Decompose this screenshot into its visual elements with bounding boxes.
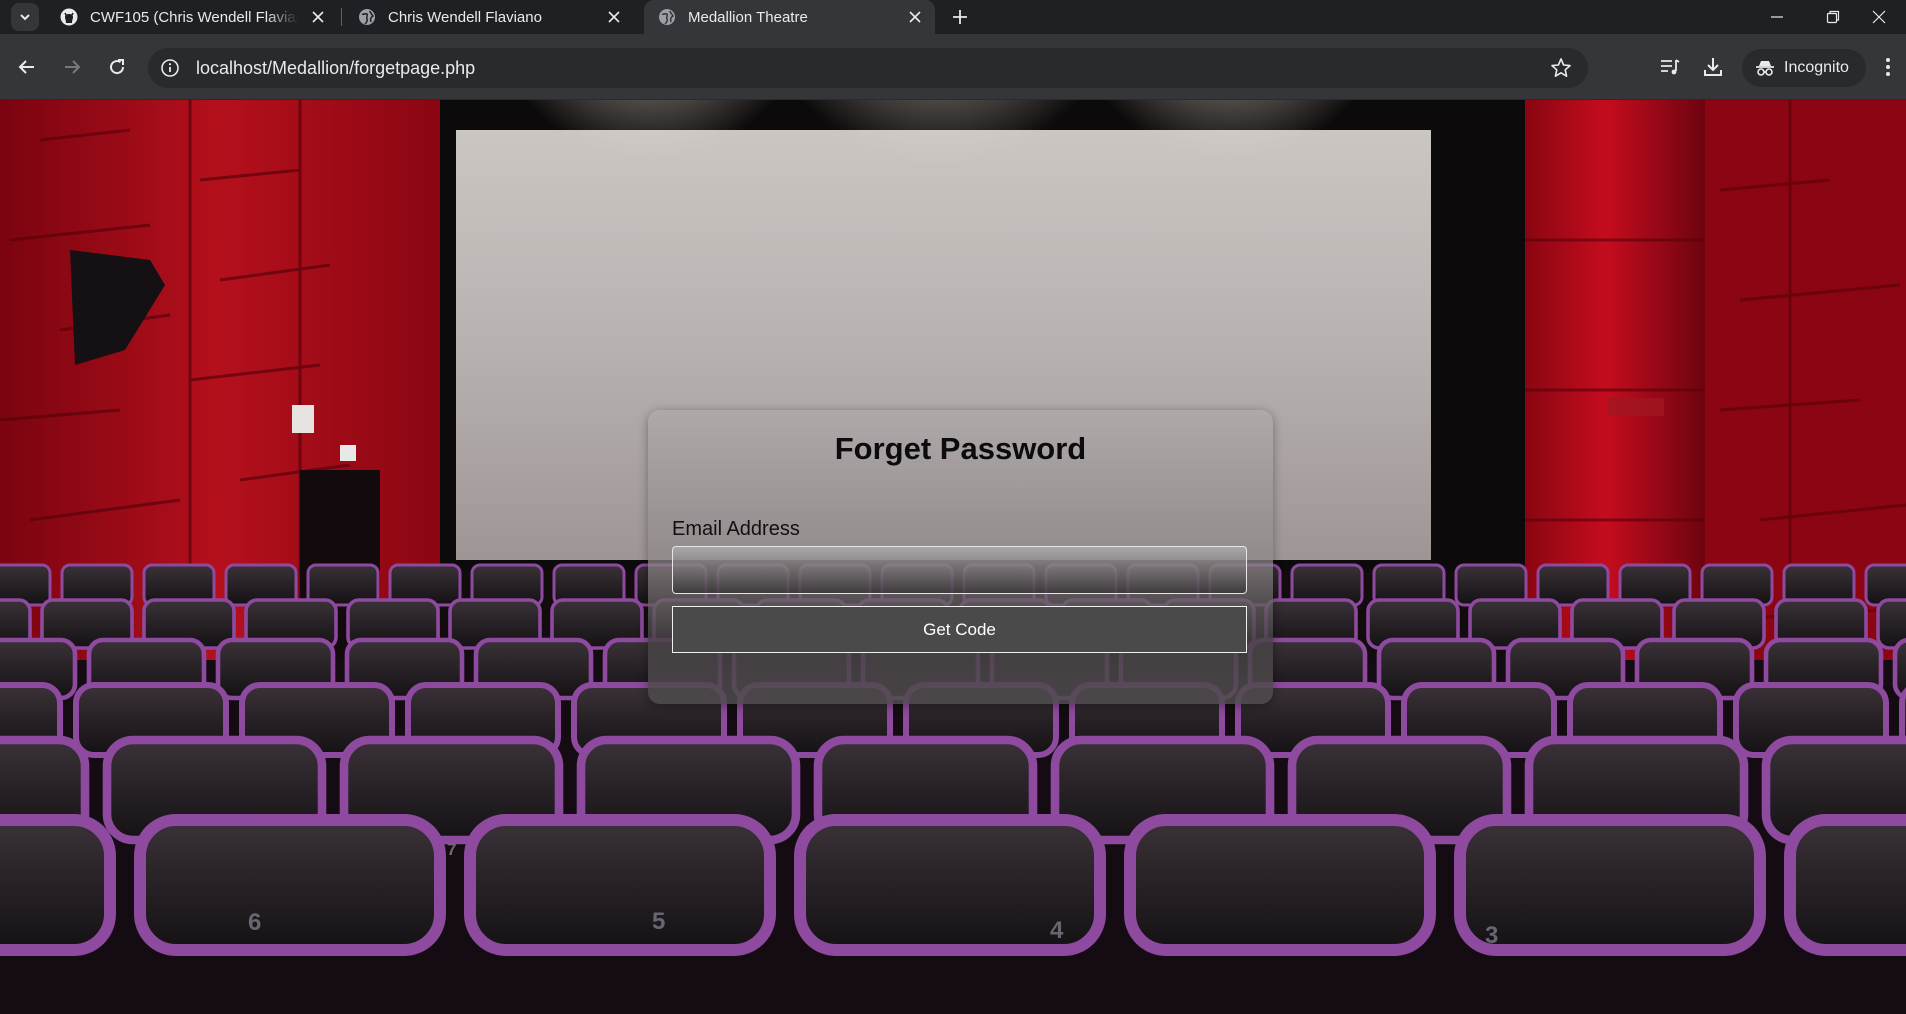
seat-number: 4	[1050, 917, 1064, 944]
tab-title: Medallion Theatre	[688, 8, 808, 26]
close-icon[interactable]	[606, 9, 622, 25]
seat	[134, 814, 446, 956]
restore-icon	[1826, 10, 1840, 24]
downloads-button[interactable]	[1699, 53, 1727, 81]
github-icon	[60, 8, 78, 26]
menu-button[interactable]	[1878, 53, 1898, 81]
close-icon[interactable]	[907, 9, 923, 25]
minimize-icon	[1771, 16, 1783, 18]
incognito-icon	[1756, 61, 1774, 76]
arrow-right-icon	[65, 60, 81, 74]
minimize-button[interactable]	[1750, 0, 1804, 34]
url-text[interactable]: localhost/Medallion/forgetpage.php	[196, 58, 475, 79]
plus-icon	[953, 10, 967, 24]
incognito-badge[interactable]: Incognito	[1742, 49, 1866, 87]
globe-icon	[658, 8, 676, 26]
tab-title: Chris Wendell Flaviano	[388, 8, 542, 26]
tab-divider	[341, 8, 342, 26]
reload-icon	[110, 59, 125, 75]
new-tab-button[interactable]	[948, 5, 972, 29]
tab-strip: CWF105 (Chris Wendell Flaviano Chris Wen…	[0, 0, 1906, 34]
seat-number: 5	[652, 908, 665, 935]
tab-medallion[interactable]: Medallion Theatre	[644, 0, 935, 34]
reload-button[interactable]	[101, 51, 133, 83]
email-field[interactable]	[672, 546, 1247, 594]
tab-chris[interactable]: Chris Wendell Flaviano	[344, 0, 634, 34]
globe-icon	[358, 8, 376, 26]
tab-search-button[interactable]	[11, 3, 39, 31]
get-code-button[interactable]: Get Code	[672, 606, 1247, 653]
seat	[464, 814, 776, 956]
close-window-button[interactable]	[1852, 0, 1906, 34]
back-button[interactable]	[11, 51, 43, 83]
seat	[1124, 814, 1436, 956]
page-title: Forget Password	[834, 431, 1087, 466]
forget-password-card: Forget Password Email Address Get Code	[648, 410, 1273, 704]
media-control-button[interactable]	[1656, 53, 1684, 81]
star-icon[interactable]	[1550, 57, 1572, 79]
playlist-icon	[1661, 59, 1680, 75]
more-vert-icon	[1886, 58, 1890, 76]
browser-toolbar: localhost/Medallion/forgetpage.php Incog…	[0, 34, 1906, 100]
forward-button[interactable]	[56, 51, 88, 83]
seat	[1454, 814, 1766, 956]
tab-github[interactable]: CWF105 (Chris Wendell Flaviano	[46, 0, 338, 34]
page-viewport: 7 6 5 4 3 Forget Password Email Address …	[0, 100, 1906, 1014]
seat	[1784, 814, 1906, 956]
chevron-down-icon	[20, 14, 30, 21]
tab-title: CWF105 (Chris Wendell Flaviano	[90, 8, 298, 26]
arrow-left-icon	[18, 60, 34, 74]
close-icon	[1872, 10, 1886, 24]
email-label: Email Address	[672, 518, 800, 540]
seat-number: 6	[248, 909, 261, 936]
incognito-label: Incognito	[1784, 59, 1849, 76]
address-bar[interactable]: localhost/Medallion/forgetpage.php	[148, 48, 1588, 88]
seat-number: 3	[1485, 922, 1498, 949]
info-icon[interactable]	[160, 58, 180, 78]
seat-number: 7	[447, 840, 456, 859]
download-icon	[1704, 58, 1722, 76]
close-icon[interactable]	[310, 9, 326, 25]
seat	[0, 814, 116, 956]
